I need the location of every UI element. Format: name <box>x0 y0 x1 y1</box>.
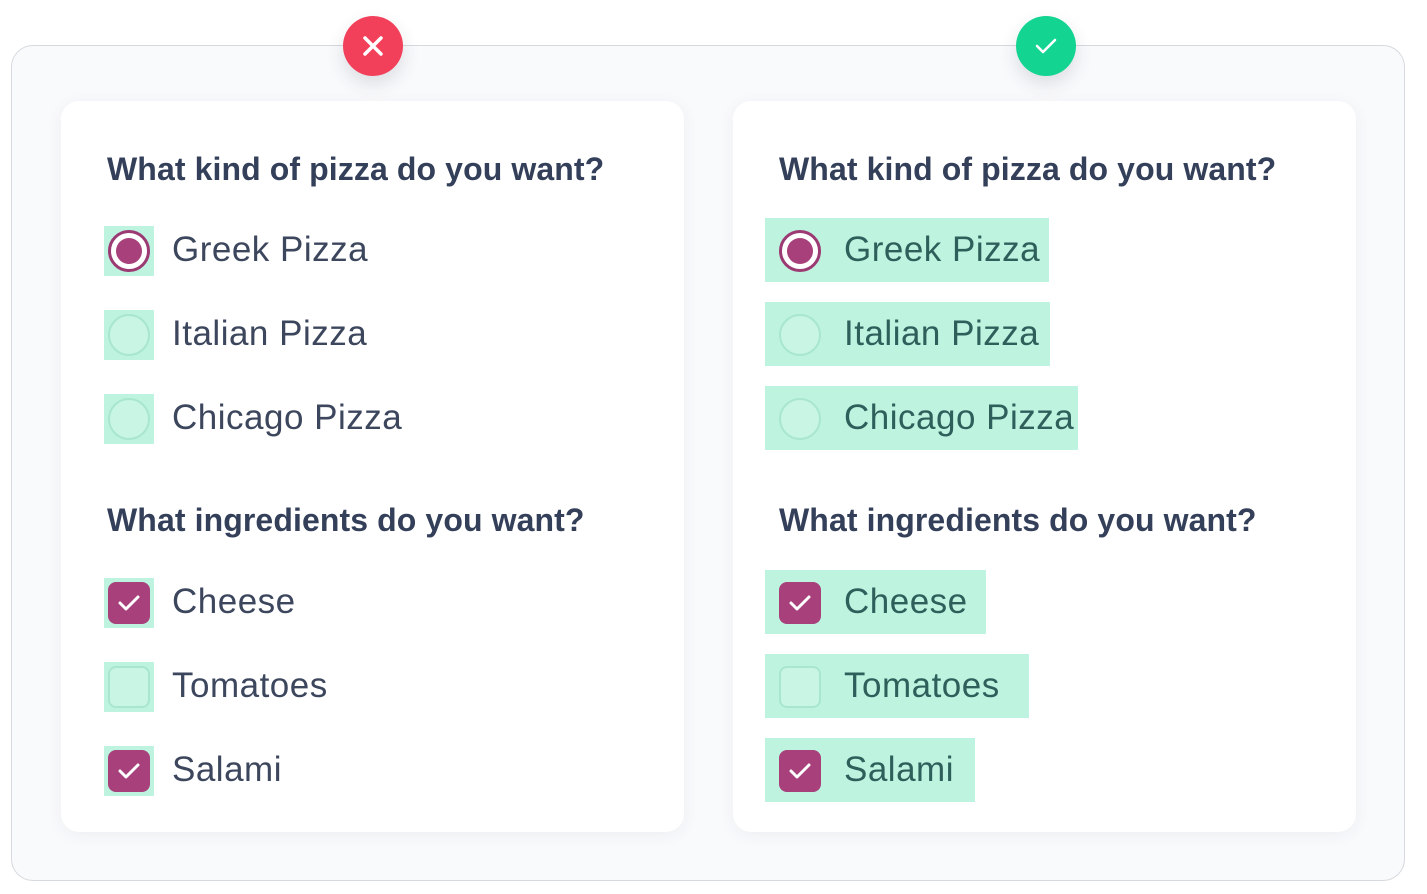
checkbox-hit-area[interactable] <box>104 578 154 628</box>
checkbox-checked[interactable] <box>108 582 150 624</box>
option-label: Salami <box>172 750 282 789</box>
form-card-large-targets: What kind of pizza do you want? Greek Pi… <box>733 101 1356 832</box>
radio-hit-area[interactable] <box>104 310 154 360</box>
radio-option-italian-pizza[interactable]: Italian Pizza <box>765 302 1050 366</box>
option-label: Chicago Pizza <box>844 398 1075 437</box>
option-label: Tomatoes <box>172 666 328 705</box>
checkmark-icon <box>789 595 811 611</box>
radio-hit-area[interactable] <box>104 226 154 276</box>
radio-control[interactable] <box>775 226 825 276</box>
ingredients-question: What ingredients do you want? <box>107 502 585 538</box>
checkbox-control[interactable] <box>775 746 825 796</box>
radio-option-greek-pizza[interactable]: Greek Pizza <box>765 218 1049 282</box>
radio-control[interactable] <box>775 394 825 444</box>
ingredients-question: What ingredients do you want? <box>779 502 1257 538</box>
pizza-question: What kind of pizza do you want? <box>107 151 605 187</box>
radio-button[interactable] <box>779 314 821 356</box>
incorrect-badge <box>343 16 403 76</box>
radio-hit-area[interactable] <box>104 394 154 444</box>
checkmark-icon <box>118 595 140 611</box>
checkmark-icon <box>1035 38 1057 54</box>
option-label: Chicago Pizza <box>172 398 403 437</box>
checkbox-hit-area[interactable] <box>104 662 154 712</box>
correct-badge <box>1016 16 1076 76</box>
radio-button-checked[interactable] <box>779 230 821 272</box>
checkbox-checked[interactable] <box>108 750 150 792</box>
checkbox-hit-area[interactable] <box>104 746 154 796</box>
radio-button[interactable] <box>108 314 150 356</box>
checkbox-option-tomatoes[interactable]: Tomatoes <box>765 654 1029 718</box>
checkbox[interactable] <box>108 666 150 708</box>
checkbox-option-salami[interactable]: Salami <box>765 738 975 802</box>
radio-option-chicago-pizza[interactable]: Chicago Pizza <box>765 386 1078 450</box>
checkbox-option-cheese[interactable]: Cheese <box>765 570 986 634</box>
checkmark-icon <box>789 763 811 779</box>
checkbox[interactable] <box>779 666 821 708</box>
radio-button[interactable] <box>779 398 821 440</box>
checkbox-control[interactable] <box>775 578 825 628</box>
radio-button-checked[interactable] <box>108 230 150 272</box>
option-label: Cheese <box>844 582 968 621</box>
checkbox-control[interactable] <box>775 662 825 712</box>
radio-button[interactable] <box>108 398 150 440</box>
option-label: Tomatoes <box>844 666 1000 705</box>
form-card-small-targets: What kind of pizza do you want? Greek Pi… <box>61 101 684 832</box>
option-label: Salami <box>844 750 954 789</box>
option-label: Italian Pizza <box>844 314 1040 353</box>
close-icon <box>363 36 383 56</box>
option-label: Greek Pizza <box>844 230 1041 269</box>
option-label: Greek Pizza <box>172 230 369 269</box>
pizza-question: What kind of pizza do you want? <box>779 151 1277 187</box>
checkbox-checked[interactable] <box>779 750 821 792</box>
checkbox-checked[interactable] <box>779 582 821 624</box>
radio-control[interactable] <box>775 310 825 360</box>
option-label: Cheese <box>172 582 296 621</box>
checkmark-icon <box>118 763 140 779</box>
option-label: Italian Pizza <box>172 314 368 353</box>
